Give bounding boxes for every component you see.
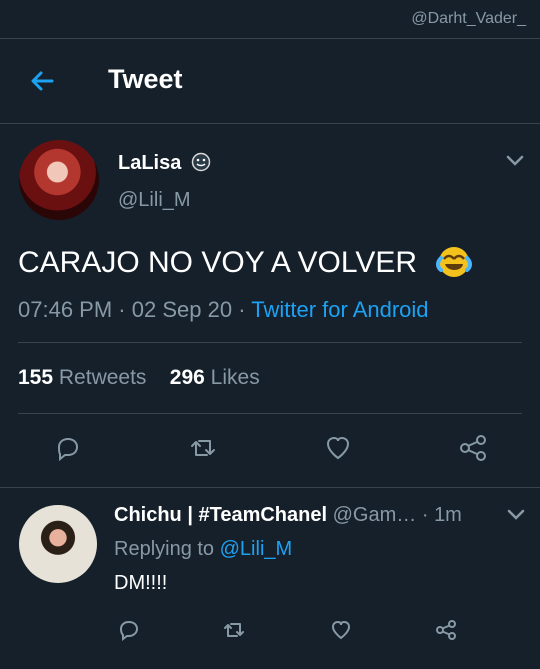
reply-header: Chichu | #TeamChanel @Gam… · 1m [114,504,462,527]
watermark: @Darht_Vader_ [411,10,526,27]
face-emoji-icon [191,152,211,172]
tweet-stats: 155 Retweets 296 Likes [18,366,260,390]
replying-to: Replying to @Lili_M [114,538,292,561]
reply-text: DM!!!! [114,572,168,594]
reply-time: 1m [434,504,462,526]
laughing-crying-emoji-icon [436,247,472,277]
divider [18,413,522,414]
replying-prefix: Replying to [114,538,215,560]
retweet-icon[interactable] [188,433,218,463]
divider [18,342,522,343]
reply-author-name[interactable]: Chichu | #TeamChanel [114,504,327,526]
like-label: Likes [210,366,260,389]
author-handle[interactable]: @Lili_M [118,189,191,212]
reply-avatar[interactable] [19,505,97,583]
separator: · [118,297,126,322]
chevron-down-icon[interactable] [507,509,525,521]
author-name[interactable]: LaLisa [118,152,181,175]
tweet-date: 02 Sep 20 [131,297,233,322]
separator: · [421,504,429,526]
like-count: 296 [169,366,205,389]
source-link[interactable]: Twitter for Android [251,297,428,322]
tweet-metadata: 07:46 PM · 02 Sep 20 · Twitter for Andro… [18,297,429,323]
retweet-stat[interactable]: 155 Retweets [18,366,146,389]
reply-icon[interactable] [117,618,141,642]
avatar[interactable] [19,140,99,220]
retweet-icon[interactable] [222,618,246,642]
like-icon[interactable] [323,433,353,463]
tweet-time: 07:46 PM [18,297,113,322]
header: Tweet [0,39,540,124]
like-stat[interactable]: 296 Likes [170,366,260,389]
share-icon[interactable] [458,433,488,463]
reply-author-handle[interactable]: @Gam… [333,504,417,526]
like-icon[interactable] [329,618,353,642]
page-title: Tweet [108,64,183,94]
back-arrow-icon[interactable] [28,67,56,95]
retweet-count: 155 [18,366,54,389]
chevron-down-icon[interactable] [506,155,524,167]
separator: · [238,297,246,322]
replying-handle-link[interactable]: @Lili_M [220,538,293,560]
share-icon[interactable] [434,618,458,642]
reply-icon[interactable] [53,433,83,463]
retweet-label: Retweets [58,366,147,389]
watermark-bar: @Darht_Vader_ [0,0,540,39]
tweet-text: CARAJO NO VOY A VOLVER [18,246,418,279]
